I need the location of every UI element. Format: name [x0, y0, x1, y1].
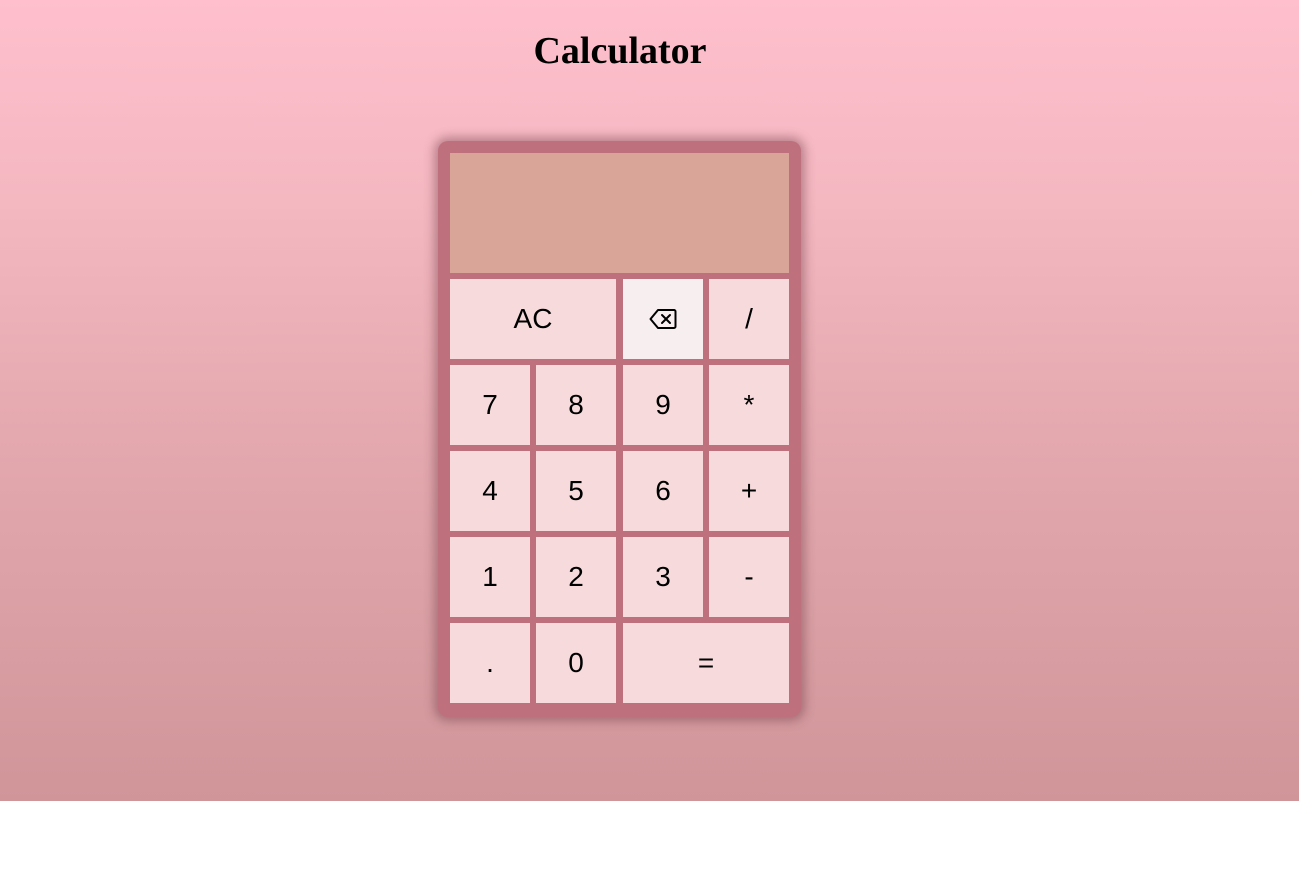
multiply-button[interactable]: * — [709, 365, 789, 445]
digit-2-button[interactable]: 2 — [536, 537, 616, 617]
calculator-display — [450, 153, 789, 273]
backspace-icon — [649, 308, 677, 330]
digit-1-button[interactable]: 1 — [450, 537, 530, 617]
digit-5-button[interactable]: 5 — [536, 451, 616, 531]
digit-6-button[interactable]: 6 — [623, 451, 703, 531]
digit-8-button[interactable]: 8 — [536, 365, 616, 445]
divide-button[interactable]: / — [709, 279, 789, 359]
digit-9-button[interactable]: 9 — [623, 365, 703, 445]
minus-button[interactable]: - — [709, 537, 789, 617]
clear-button[interactable]: AC — [450, 279, 616, 359]
digit-4-button[interactable]: 4 — [450, 451, 530, 531]
page-title: Calculator — [533, 30, 707, 72]
backspace-button[interactable] — [623, 279, 703, 359]
digit-3-button[interactable]: 3 — [623, 537, 703, 617]
decimal-button[interactable]: . — [450, 623, 530, 703]
digit-0-button[interactable]: 0 — [536, 623, 616, 703]
digit-7-button[interactable]: 7 — [450, 365, 530, 445]
calculator: AC / 7 8 9 * 4 5 6 + 1 2 3 - . 0 = — [438, 141, 801, 717]
plus-button[interactable]: + — [709, 451, 789, 531]
equals-button[interactable]: = — [623, 623, 789, 703]
